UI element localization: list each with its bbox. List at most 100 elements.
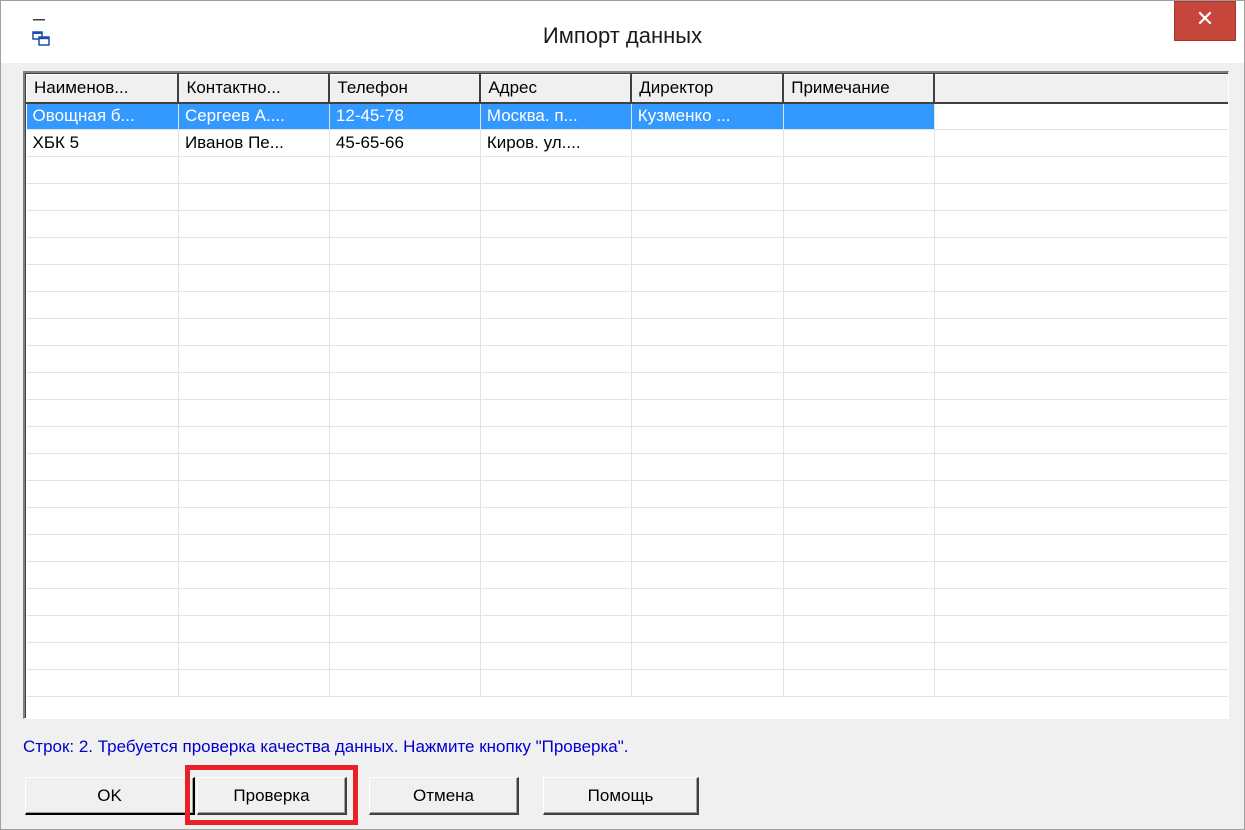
cell-director <box>631 372 784 400</box>
cell-filler <box>934 615 1228 643</box>
ok-button[interactable]: OK <box>25 777 195 815</box>
cell-address[interactable]: Москва. п... <box>480 102 632 130</box>
cell-contact <box>178 426 330 454</box>
cell-phone <box>329 210 481 238</box>
cell-phone <box>329 156 481 184</box>
cell-director <box>631 615 784 643</box>
empty-row <box>26 237 1228 265</box>
cell-contact <box>178 453 330 481</box>
cell-phone[interactable]: 12-45-78 <box>329 102 481 130</box>
cell-director <box>631 507 784 535</box>
cell-phone <box>329 453 481 481</box>
cell-address[interactable]: Киров. ул.... <box>480 129 632 157</box>
column-header-contact[interactable]: Контактно... <box>177 74 331 104</box>
cell-filler <box>934 534 1228 562</box>
cell-phone <box>329 642 481 670</box>
cell-contact <box>178 291 330 319</box>
empty-row <box>26 156 1228 184</box>
column-header-note[interactable]: Примечание <box>782 74 936 104</box>
cell-name <box>26 318 179 346</box>
cell-note <box>783 156 935 184</box>
cell-contact <box>178 183 330 211</box>
empty-row <box>26 669 1228 697</box>
data-grid[interactable]: Наименов... Контактно... Телефон Адрес Д… <box>26 74 1228 697</box>
cell-contact <box>178 345 330 373</box>
column-header-address[interactable]: Адрес <box>479 74 633 104</box>
cell-name <box>26 669 179 697</box>
cell-name[interactable]: Овощная б... <box>26 102 179 130</box>
cell-contact <box>178 615 330 643</box>
cell-address <box>480 480 632 508</box>
cell-contact <box>178 561 330 589</box>
cell-director <box>631 291 784 319</box>
empty-row <box>26 264 1228 292</box>
cell-contact <box>178 588 330 616</box>
cell-director <box>631 210 784 238</box>
column-header-director[interactable]: Директор <box>630 74 785 104</box>
cell-address <box>480 561 632 589</box>
cell-note <box>783 183 935 211</box>
close-button[interactable]: ✕ <box>1174 1 1236 41</box>
cell-contact[interactable]: Иванов Пе... <box>178 129 330 157</box>
cell-note <box>783 669 935 697</box>
cancel-button[interactable]: Отмена <box>369 777 519 815</box>
table-row[interactable]: ХБК 5 Иванов Пе... 45-65-66 Киров. ул.... <box>26 129 1228 157</box>
cell-name <box>26 156 179 184</box>
cell-note <box>783 615 935 643</box>
cell-name <box>26 588 179 616</box>
column-header-name[interactable]: Наименов... <box>26 74 180 104</box>
cell-filler <box>934 480 1228 508</box>
empty-row <box>26 372 1228 400</box>
empty-row <box>26 561 1228 589</box>
cell-filler <box>934 183 1228 211</box>
cell-address <box>480 669 632 697</box>
cell-filler <box>934 453 1228 481</box>
cell-name <box>26 183 179 211</box>
cell-director <box>631 561 784 589</box>
cell-name <box>26 426 179 454</box>
data-grid-container[interactable]: Наименов... Контактно... Телефон Адрес Д… <box>23 71 1229 719</box>
column-header-filler <box>933 74 1228 104</box>
table-row[interactable]: Овощная б... Сергеев А.... 12-45-78 Москва.… <box>26 102 1228 130</box>
cell-director <box>631 453 784 481</box>
cell-filler <box>934 237 1228 265</box>
help-button[interactable]: Помощь <box>543 777 699 815</box>
grid-header-row: Наименов... Контактно... Телефон Адрес Д… <box>26 74 1228 104</box>
cell-phone <box>329 372 481 400</box>
empty-row <box>26 615 1228 643</box>
cell-name <box>26 291 179 319</box>
cell-phone[interactable]: 45-65-66 <box>329 129 481 157</box>
cell-name <box>26 372 179 400</box>
cell-filler <box>934 669 1228 697</box>
cell-phone <box>329 507 481 535</box>
cell-address <box>480 399 632 427</box>
cell-phone <box>329 237 481 265</box>
cell-director <box>631 480 784 508</box>
cell-filler <box>934 561 1228 589</box>
column-header-phone[interactable]: Телефон <box>328 74 482 104</box>
check-button[interactable]: Проверка <box>197 777 347 815</box>
cell-contact <box>178 264 330 292</box>
cell-filler <box>934 291 1228 319</box>
empty-row <box>26 345 1228 373</box>
cell-name <box>26 237 179 265</box>
cell-note[interactable] <box>783 129 935 157</box>
cell-address <box>480 534 632 562</box>
cell-contact[interactable]: Сергеев А.... <box>178 102 330 130</box>
cell-contact <box>178 669 330 697</box>
cell-name <box>26 534 179 562</box>
cell-director[interactable]: Кузменко ... <box>631 102 784 130</box>
cell-contact <box>178 156 330 184</box>
empty-row <box>26 480 1228 508</box>
cell-director <box>631 534 784 562</box>
cell-name <box>26 210 179 238</box>
cell-note[interactable] <box>783 102 935 130</box>
cell-name <box>26 507 179 535</box>
cell-name <box>26 264 179 292</box>
cell-address <box>480 291 632 319</box>
cell-filler <box>934 156 1228 184</box>
cell-name <box>26 480 179 508</box>
cell-name[interactable]: ХБК 5 <box>26 129 179 157</box>
cell-director <box>631 669 784 697</box>
cell-director[interactable] <box>631 129 784 157</box>
